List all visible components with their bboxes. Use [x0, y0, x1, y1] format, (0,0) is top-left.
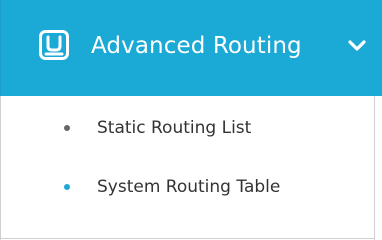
submenu-item-label: System Routing Table: [97, 177, 281, 197]
active-bullet-icon: [64, 184, 70, 190]
panel-right-border: [374, 96, 375, 240]
advanced-routing-panel: Advanced Routing Static Routing List Sys…: [0, 0, 382, 240]
bullet-icon: [64, 125, 70, 131]
chevron-down-icon: [348, 40, 366, 51]
submenu-item-static-routing-list[interactable]: Static Routing List: [1, 104, 371, 152]
advanced-routing-submenu: Static Routing List System Routing Table: [0, 96, 382, 240]
submenu-item-label: Static Routing List: [97, 118, 252, 138]
menu-title: Advanced Routing: [91, 33, 302, 59]
panel-bottom-border: [0, 238, 375, 239]
router-icon: [39, 30, 69, 60]
advanced-routing-menu-header[interactable]: Advanced Routing: [0, 0, 382, 96]
submenu-item-system-routing-table[interactable]: System Routing Table: [1, 163, 371, 211]
